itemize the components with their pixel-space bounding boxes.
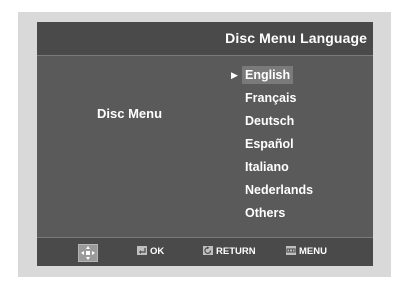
- dpad-icon: [78, 244, 98, 262]
- osd-screen: Disc Menu Language Disc Menu ▶ English F…: [37, 22, 373, 266]
- osd-header: Disc Menu Language: [37, 22, 373, 56]
- return-button[interactable]: RETURN: [203, 246, 256, 257]
- selection-arrow-icon: ▶: [231, 70, 238, 80]
- menu-button[interactable]: MENU: [286, 246, 327, 257]
- ok-label: OK: [150, 246, 165, 257]
- language-label: Nederlands: [245, 183, 314, 197]
- language-option-nederlands[interactable]: Nederlands: [242, 181, 316, 204]
- menu-icon: [286, 246, 296, 255]
- enter-icon: [137, 246, 147, 255]
- language-label: Others: [245, 206, 286, 220]
- return-label: RETURN: [216, 246, 256, 257]
- language-option-francais[interactable]: Français: [242, 89, 316, 112]
- return-icon: [203, 246, 213, 255]
- language-option-espanol[interactable]: Español: [242, 135, 316, 158]
- language-list: ▶ English Français Deutsch Español Itali…: [231, 66, 316, 227]
- language-option-english[interactable]: ▶ English: [231, 66, 316, 89]
- language-label: Deutsch: [245, 114, 295, 128]
- ok-button[interactable]: OK: [137, 246, 164, 257]
- menu-label: MENU: [299, 246, 327, 257]
- osd-footer: OK RETURN MENU: [37, 237, 373, 266]
- section-label: Disc Menu: [97, 106, 163, 121]
- language-option-italiano[interactable]: Italiano: [242, 158, 316, 181]
- language-label: Italiano: [245, 160, 289, 174]
- language-label: Español: [245, 137, 294, 151]
- page-title: Disc Menu Language: [225, 30, 367, 46]
- language-label: English: [242, 66, 294, 84]
- language-option-others[interactable]: Others: [242, 204, 316, 227]
- language-option-deutsch[interactable]: Deutsch: [242, 112, 316, 135]
- language-label: Français: [245, 91, 297, 105]
